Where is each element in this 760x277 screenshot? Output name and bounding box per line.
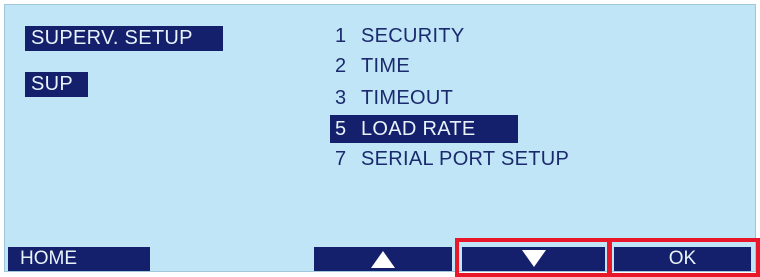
down-triangle-icon bbox=[521, 250, 546, 267]
menu-item-label: TIME bbox=[361, 55, 410, 77]
menu-item-serial-port-setup[interactable]: 7 SERIAL PORT SETUP bbox=[330, 145, 569, 173]
menu-item-number: 5 bbox=[335, 118, 347, 140]
lcd-screen: SUPERV. SETUP SUP 1 SECURITY 2 TIME 3 TIMEO… bbox=[4, 4, 756, 272]
screen-title: SUPERV. SETUP bbox=[25, 26, 223, 51]
menu-item-number: 7 bbox=[335, 148, 347, 170]
menu-item-number: 3 bbox=[335, 87, 347, 109]
menu-item-load-rate[interactable]: 5 LOAD RATE bbox=[330, 115, 518, 143]
menu-item-label: SECURITY bbox=[361, 25, 465, 47]
menu-item-number: 1 bbox=[335, 25, 347, 47]
menu-item-label: SERIAL PORT SETUP bbox=[361, 148, 570, 170]
menu-item-time[interactable]: 2 TIME bbox=[330, 52, 410, 80]
mode-badge: SUP bbox=[25, 72, 88, 97]
menu-item-label: LOAD RATE bbox=[361, 118, 476, 140]
menu-item-number: 2 bbox=[335, 55, 347, 77]
scroll-up-button[interactable] bbox=[314, 247, 452, 271]
menu-item-security[interactable]: 1 SECURITY bbox=[330, 22, 465, 50]
ok-button[interactable]: OK bbox=[614, 247, 751, 271]
menu-item-timeout[interactable]: 3 TIMEOUT bbox=[330, 84, 453, 112]
scroll-down-button[interactable] bbox=[462, 247, 605, 271]
home-button[interactable]: HOME bbox=[8, 247, 150, 271]
up-triangle-icon bbox=[371, 251, 395, 268]
menu-item-label: TIMEOUT bbox=[361, 87, 454, 109]
